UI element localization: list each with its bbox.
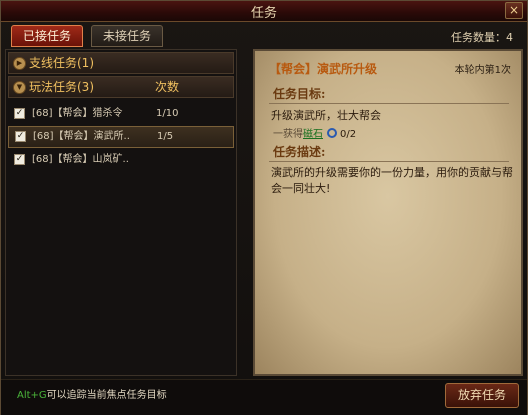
- window-title: 任务: [250, 6, 277, 21]
- category-gameplay-quests[interactable]: ▼ 玩法任务(3) 次数: [8, 76, 234, 98]
- quest-progress: 1/10: [156, 108, 179, 119]
- objective-progress: 0/2: [340, 129, 357, 140]
- quest-name: [68]【帮会】演武所..: [33, 131, 130, 142]
- quest-list-panel: ▶ 支线任务(1) ▼ 玩法任务(3) 次数 ✓ [68]【帮会】猎杀令 1/1…: [5, 49, 237, 376]
- task-count: 任务数量：4: [451, 31, 513, 44]
- divider: [269, 103, 509, 104]
- objective-prefix: 一获得: [273, 129, 303, 140]
- description-text: 演武所的升级需要你的一份力量，用你的贡献与帮会一同壮大!: [271, 166, 513, 195]
- footer-bar: Alt+G可以追踪当前焦点任务目标 放弃任务: [1, 379, 527, 415]
- objective-item-row: 一获得磁石 0/2: [273, 125, 356, 140]
- expand-arrow-icon: ▼: [13, 81, 26, 94]
- close-button[interactable]: ×: [505, 2, 523, 19]
- quest-window: 任务 × 已接任务 未接任务 任务数量：4 ▶ 支线任务(1) ▼ 玩法任务(3…: [0, 0, 528, 415]
- quest-detail-panel: 【帮会】演武所升级 本轮内第1次 任务目标: 升级演武所，壮大帮会 一获得磁石 0…: [253, 49, 523, 376]
- objective-header: 任务目标:: [273, 87, 326, 101]
- quest-row[interactable]: ✓ [68]【帮会】猎杀令 1/10: [8, 103, 234, 125]
- quest-row-selected[interactable]: ✓ [68]【帮会】演武所.. 1/5: [8, 126, 234, 148]
- category-label: 玩法任务(3): [29, 80, 94, 94]
- track-checkbox[interactable]: ✓: [14, 154, 25, 165]
- abandon-quest-button[interactable]: 放弃任务: [445, 383, 519, 408]
- quest-name: [68]【帮会】山岚矿..: [32, 154, 129, 165]
- quest-title: 【帮会】演武所升级: [269, 62, 378, 76]
- category-label: 支线任务(1): [29, 56, 94, 70]
- category-side-quests[interactable]: ▶ 支线任务(1): [8, 52, 234, 74]
- track-checkbox[interactable]: ✓: [15, 131, 26, 142]
- objective-text: 升级演武所，壮大帮会: [271, 109, 381, 122]
- tab-accepted-quests[interactable]: 已接任务: [11, 25, 83, 47]
- collapse-arrow-icon: ▶: [13, 57, 26, 70]
- quest-row[interactable]: ✓ [68]【帮会】山岚矿..: [8, 149, 234, 171]
- hotkey-hint: Alt+G可以追踪当前焦点任务目标: [17, 386, 167, 401]
- track-checkbox[interactable]: ✓: [14, 108, 25, 119]
- item-link[interactable]: 磁石: [303, 129, 323, 140]
- hotkey: Alt+G: [17, 390, 47, 401]
- title-bar[interactable]: 任务 ×: [1, 1, 527, 22]
- description-header: 任务描述:: [273, 145, 326, 159]
- quest-name: [68]【帮会】猎杀令: [32, 108, 123, 119]
- magnifier-icon[interactable]: [327, 128, 337, 138]
- hint-text: 可以追踪当前焦点任务目标: [46, 390, 167, 401]
- count-column-header: 次数: [155, 80, 180, 94]
- tab-available-quests[interactable]: 未接任务: [91, 25, 163, 47]
- quest-progress: 1/5: [157, 131, 174, 142]
- quest-round: 本轮内第1次: [454, 65, 511, 76]
- divider: [269, 161, 509, 162]
